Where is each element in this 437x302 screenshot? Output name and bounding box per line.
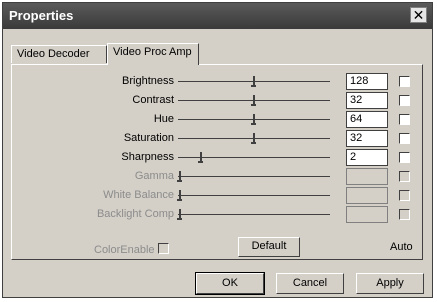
gamma-slider [177,171,330,182]
hue-slider[interactable] [178,114,330,125]
contrast-slider-thumb[interactable] [251,95,256,106]
control-row-sharpness: Sharpness 2 [12,148,424,168]
brightness-slider-thumb[interactable] [251,76,256,87]
brightness-value[interactable]: 128 [346,73,388,90]
white-balance-slider [177,190,330,201]
auto-column-label: Auto [390,241,413,253]
saturation-auto-checkbox[interactable] [399,133,410,144]
backlight-comp-value [346,206,388,223]
tab-label: Video Proc Amp [113,46,192,58]
sharpness-slider[interactable] [178,152,330,163]
apply-button[interactable]: Apply [356,273,424,294]
white-balance-auto-checkbox [399,190,410,201]
close-icon: ✕ [412,7,425,23]
saturation-slider[interactable] [178,133,330,144]
saturation-label: Saturation [123,132,174,144]
sharpness-label: Sharpness [121,151,174,163]
control-row-brightness: Brightness 128 [12,72,424,92]
brightness-auto-checkbox[interactable] [399,76,410,87]
backlight-comp-label: Backlight Comp [96,208,174,220]
control-row-hue: Hue 64 [12,110,424,130]
saturation-slider-thumb[interactable] [251,133,256,144]
sharpness-slider-thumb[interactable] [197,152,203,163]
color-enable: ColorEnable [94,242,169,256]
proc-amp-panel: Brightness 128 Contrast 32 Hue 64 Saturation 32… [11,64,423,260]
contrast-auto-checkbox[interactable] [399,95,410,106]
brightness-label: Brightness [122,75,174,87]
brightness-slider[interactable] [178,76,330,87]
white-balance-value [346,187,388,204]
control-row-contrast: Contrast 32 [12,91,424,111]
tab-video-decoder[interactable]: Video Decoder [11,45,107,63]
gamma-slider-thumb [177,171,182,182]
contrast-slider[interactable] [178,95,330,106]
backlight-comp-auto-checkbox [399,209,410,220]
backlight-comp-slider-thumb [177,209,182,220]
color-enable-label: ColorEnable [94,244,155,256]
default-button[interactable]: Default [238,237,300,257]
control-row-gamma: Gamma [12,167,424,187]
color-enable-checkbox[interactable] [157,243,169,254]
cancel-button[interactable]: Cancel [276,273,344,294]
hue-value[interactable]: 64 [346,111,388,128]
hue-label: Hue [153,113,174,125]
gamma-auto-checkbox [399,171,410,182]
dialog-title: Properties [9,8,74,23]
sharpness-value[interactable]: 2 [346,149,388,166]
sharpness-auto-checkbox[interactable] [399,152,410,163]
close-button[interactable]: ✕ [410,7,427,23]
saturation-value[interactable]: 32 [346,130,388,147]
white-balance-label: White Balance [103,189,174,201]
backlight-comp-slider [177,209,330,220]
contrast-value[interactable]: 32 [346,92,388,109]
control-row-white-balance: White Balance [12,186,424,206]
contrast-label: Contrast [132,94,174,106]
white-balance-slider-thumb [177,190,182,201]
control-row-backlight-comp: Backlight Comp [12,205,424,225]
gamma-label: Gamma [134,170,174,182]
tab-video-proc-amp[interactable]: Video Proc Amp [107,43,199,65]
gamma-value [346,168,388,185]
hue-slider-thumb[interactable] [251,114,256,125]
title-bar: Properties ✕ [3,3,432,29]
properties-dialog: Properties ✕ Video Decoder Video Proc Am… [2,2,433,298]
tab-label: Video Decoder [17,48,90,60]
control-row-saturation: Saturation 32 [12,129,424,149]
ok-button[interactable]: OK [195,272,265,295]
hue-auto-checkbox[interactable] [399,114,410,125]
